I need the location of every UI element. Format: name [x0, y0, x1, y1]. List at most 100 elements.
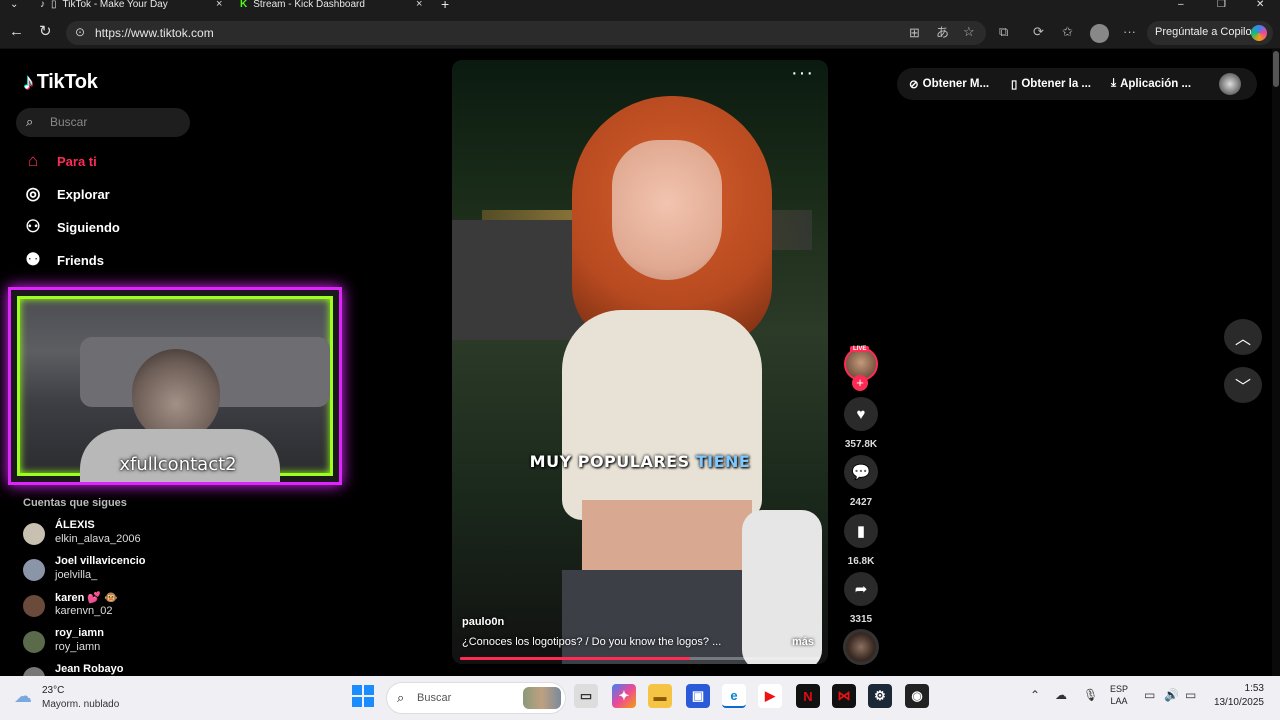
- video-progress-bar[interactable]: [460, 657, 820, 660]
- network-icon[interactable]: ▭: [1144, 688, 1155, 702]
- taskbar-search[interactable]: ⌕ Buscar: [386, 682, 566, 714]
- new-tab-button[interactable]: +: [441, 0, 449, 11]
- music-disc-icon[interactable]: [843, 629, 879, 665]
- obs-icon[interactable]: ◉: [905, 684, 929, 708]
- tab-kick[interactable]: K Stream - Kick Dashboard ×: [240, 0, 430, 11]
- compass-icon: ◎: [25, 184, 41, 203]
- tab-list-button[interactable]: ⌄: [10, 0, 20, 11]
- restore-button[interactable]: ❐: [1217, 0, 1226, 11]
- sidebar-item-friends[interactable]: ⚉ Friends: [23, 248, 203, 272]
- taskbar: ☁ 23°C Mayorm. nublado ⌕ Buscar ▭ ✦ ▬ ▣ …: [0, 676, 1280, 720]
- follow-plus-button[interactable]: +: [852, 375, 868, 391]
- next-video-button[interactable]: ﹀: [1224, 367, 1262, 403]
- download-icon: ⤓: [1111, 77, 1117, 89]
- comment-button[interactable]: 💬 2427: [843, 455, 879, 508]
- video-player[interactable]: ··· MUY POPULARES TIENE paulo0n ¿Conoces…: [452, 60, 828, 664]
- tiktok-logo[interactable]: ♪ TikTok: [23, 69, 98, 95]
- avatar: [23, 523, 45, 545]
- copilot-button[interactable]: Pregúntale a Copilot: [1147, 21, 1273, 45]
- list-item[interactable]: karen 💕 🐵 karenvn_02: [23, 591, 223, 623]
- list-item[interactable]: Joel villavicencio joelvilla_: [23, 555, 223, 587]
- list-item[interactable]: Jean Robayo: [23, 663, 223, 677]
- button-label: Obtener M...: [922, 78, 990, 90]
- steam-icon[interactable]: ⚙: [868, 684, 892, 708]
- phone-icon: ▯: [1011, 79, 1018, 91]
- browser-essentials-icon[interactable]: ⟳: [1033, 25, 1044, 39]
- save-button[interactable]: ▮ 16.8K: [843, 514, 879, 567]
- profile-avatar[interactable]: [1219, 73, 1241, 95]
- tab-title: TikTok - Make Your Day: [62, 0, 168, 10]
- app-available-icon[interactable]: ⊞: [909, 26, 920, 40]
- more-description-link[interactable]: más: [792, 636, 814, 648]
- webcam-frame: [17, 296, 333, 482]
- favorites-icon[interactable]: ✩: [1062, 25, 1073, 39]
- profile-avatar[interactable]: [1090, 24, 1109, 43]
- desktop-app-button[interactable]: ⤓ Aplicación ...: [1111, 77, 1191, 90]
- search-input[interactable]: ⌕ Buscar: [16, 108, 190, 137]
- youtube-icon[interactable]: ▶: [758, 684, 782, 708]
- windows-logo-icon: [352, 697, 362, 707]
- store-icon[interactable]: ▣: [686, 684, 710, 708]
- battery-icon[interactable]: ▭: [1185, 688, 1196, 702]
- sidebar-item-explorar[interactable]: ◎ Explorar: [23, 182, 203, 206]
- tab-tiktok[interactable]: ♪ ▯ TikTok - Make Your Day ×: [40, 0, 230, 11]
- logo-text: TikTok: [36, 70, 98, 93]
- weather-widget[interactable]: ☁ 23°C Mayorm. nublado: [14, 682, 144, 714]
- back-arrow-icon[interactable]: ←: [9, 24, 24, 40]
- capcut-icon[interactable]: ⋈: [832, 684, 856, 708]
- onedrive-cloud-icon[interactable]: ☁: [1055, 688, 1067, 702]
- coin-icon: ⊘: [909, 79, 919, 91]
- copilot-icon: [1251, 25, 1267, 41]
- get-app-button[interactable]: ▯ Obtener la ...: [1011, 77, 1091, 91]
- close-tab-icon[interactable]: ×: [216, 0, 222, 10]
- following-icon: ⚇: [25, 217, 41, 236]
- lang-layout: LAA: [1110, 696, 1128, 706]
- close-window-button[interactable]: ✕: [1256, 0, 1264, 11]
- clock-time: 1:53: [1244, 683, 1264, 694]
- extensions-icon[interactable]: ⧉: [999, 25, 1008, 39]
- video-description: ¿Conoces los logotipos? / Do you know th…: [462, 636, 722, 648]
- more-menu-icon[interactable]: ···: [1123, 25, 1136, 39]
- copilot-app-icon[interactable]: ✦: [612, 684, 636, 708]
- favorite-star-icon[interactable]: ☆: [963, 25, 975, 39]
- close-tab-icon[interactable]: ×: [416, 0, 422, 10]
- clock-date: 13/10/2025: [1213, 697, 1264, 708]
- task-view-icon[interactable]: ▭: [574, 684, 598, 708]
- list-item[interactable]: ÁLEXIS elkin_alava_2006: [23, 519, 223, 551]
- volume-icon[interactable]: 🔊: [1164, 688, 1179, 702]
- share-button[interactable]: ➦ 3315: [843, 572, 879, 625]
- sidebar-item-para-ti[interactable]: ⌂ Para ti: [23, 149, 203, 173]
- tiktok-favicon-icon: ♪: [40, 0, 45, 10]
- sidebar-item-siguiendo[interactable]: ⚇ Siguiendo: [23, 215, 203, 239]
- account-username: elkin_alava_2006: [55, 533, 141, 545]
- page-scrollbar[interactable]: [1272, 49, 1280, 677]
- microphone-icon[interactable]: 🎙: [1083, 688, 1098, 702]
- video-subject-jeans: [562, 570, 772, 664]
- minimize-button[interactable]: –: [1178, 0, 1184, 11]
- video-author[interactable]: paulo0n: [462, 616, 504, 628]
- edge-browser-icon[interactable]: e: [722, 684, 746, 708]
- get-coins-button[interactable]: ⊘ Obtener M...: [909, 77, 989, 91]
- scrollbar-thumb[interactable]: [1273, 51, 1279, 87]
- language-indicator[interactable]: ESP LAA: [1110, 683, 1128, 707]
- chevron-up-icon[interactable]: ⌃: [1030, 688, 1040, 702]
- previous-video-button[interactable]: ︿: [1224, 319, 1262, 355]
- webcam-handle: xfullcontact2: [119, 454, 237, 475]
- refresh-icon[interactable]: ↻: [39, 24, 52, 40]
- translate-icon[interactable]: あ: [936, 26, 949, 40]
- account-name: karen 💕 🐵: [55, 592, 118, 604]
- list-item[interactable]: roy_iamn roy_iamn: [23, 627, 223, 659]
- netflix-icon[interactable]: N: [796, 684, 820, 708]
- more-options-icon[interactable]: ···: [791, 63, 814, 83]
- like-button[interactable]: ♥ 357.8K: [843, 397, 879, 450]
- file-explorer-icon[interactable]: ▬: [648, 684, 672, 708]
- start-button[interactable]: [352, 685, 374, 707]
- system-clock[interactable]: 1:53 13/10/2025: [1208, 682, 1264, 710]
- search-icon: ⌕: [397, 690, 405, 705]
- site-info-icon[interactable]: ⊙: [75, 25, 85, 39]
- button-label: Obtener la ...: [1021, 78, 1092, 90]
- comment-count: 2427: [849, 497, 873, 508]
- caption-highlight: TIENE: [695, 452, 751, 471]
- video-subject-face: [612, 140, 722, 280]
- url-field[interactable]: ⊙ https://www.tiktok.com ⊞ あ ☆: [66, 21, 986, 45]
